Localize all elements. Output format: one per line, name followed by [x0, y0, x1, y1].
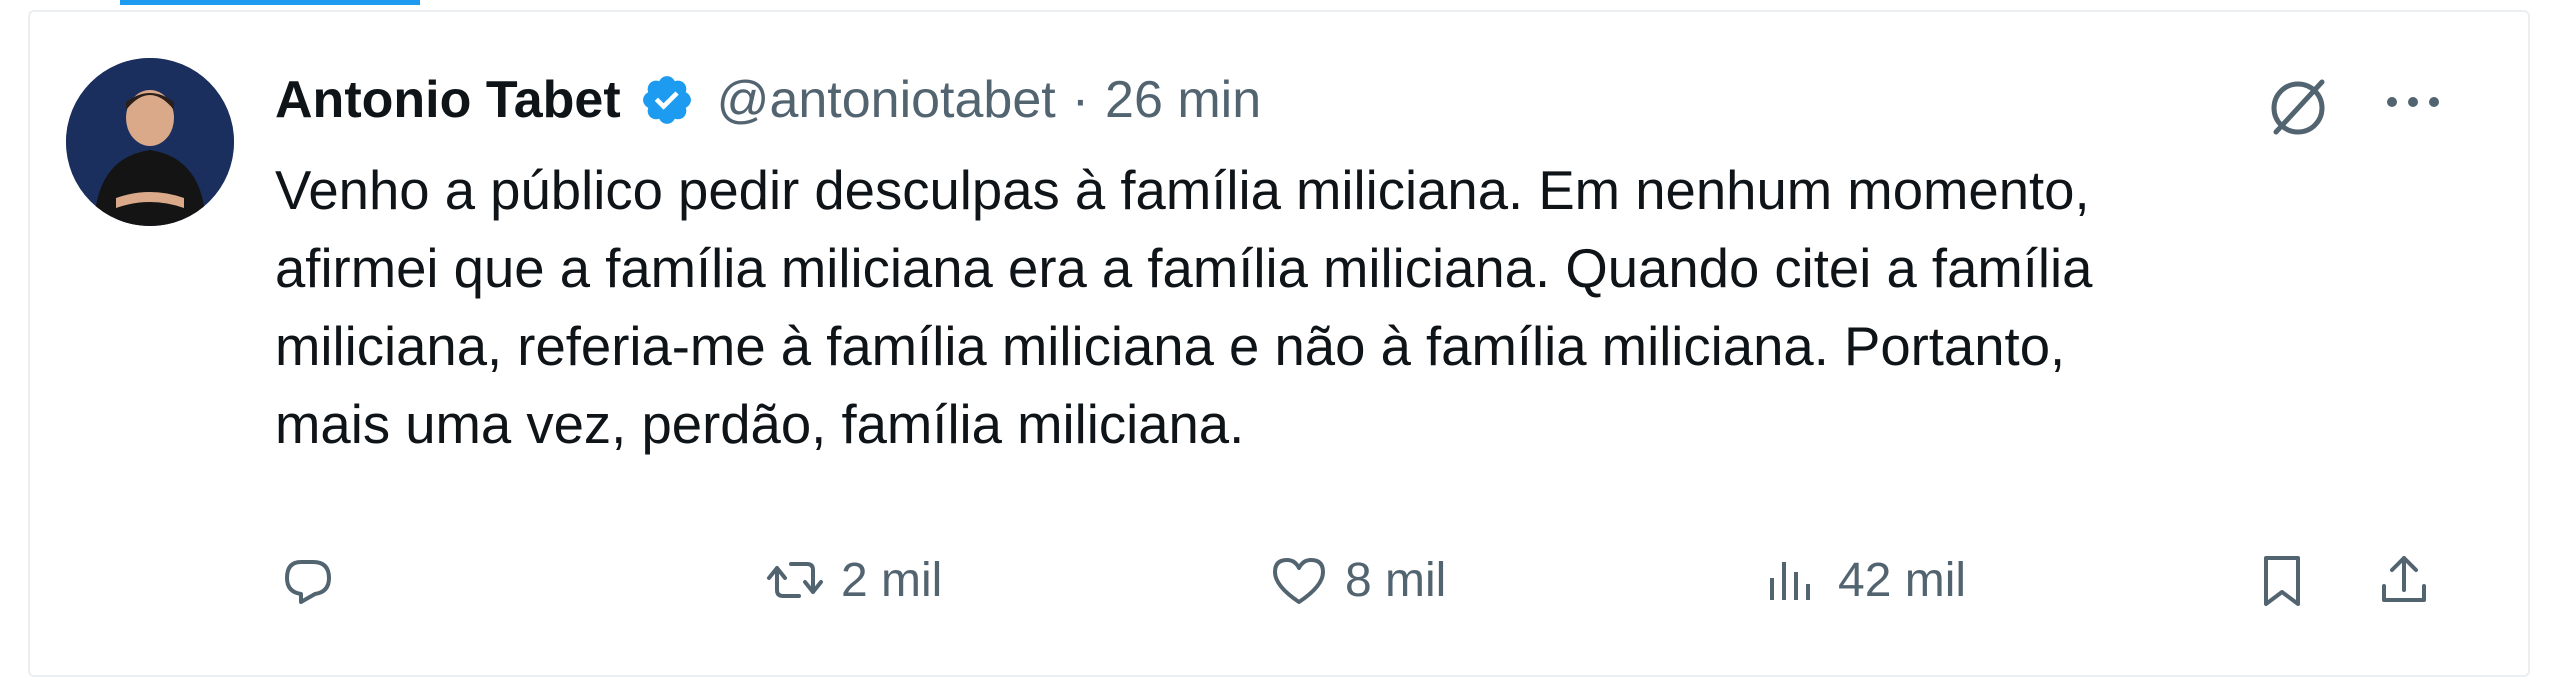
- reply-icon: [285, 560, 331, 604]
- avatar-image: [66, 58, 234, 226]
- retweet-count: 2 mil: [841, 553, 943, 607]
- author-handle[interactable]: @antoniotabet: [717, 70, 1056, 130]
- avatar[interactable]: [66, 58, 234, 226]
- post-text-line: miliciana, referia-me à família milician…: [275, 316, 2066, 377]
- retweet-button[interactable]: 2 mil: [763, 540, 942, 620]
- post-text-line: mais uma vez, perdão, família miliciana.: [275, 394, 1245, 455]
- bookmark-icon: [2264, 556, 2300, 606]
- post-timestamp[interactable]: 26 min: [1105, 70, 1261, 130]
- author-name[interactable]: Antonio Tabet: [275, 70, 621, 130]
- verified-badge-icon[interactable]: [639, 72, 695, 128]
- grok-icon[interactable]: [2262, 70, 2334, 142]
- heart-icon: [1273, 558, 1325, 604]
- views-count: 42 mil: [1838, 553, 1967, 607]
- retweet-icon: [767, 562, 823, 598]
- views-button[interactable]: 42 mil: [1760, 540, 1966, 620]
- like-button[interactable]: 8 mil: [1267, 540, 1446, 620]
- bookmark-button[interactable]: [2250, 540, 2314, 620]
- views-icon: [1770, 562, 1810, 600]
- post-header: Antonio Tabet @antoniotabet · 26 min: [275, 60, 1261, 140]
- reply-button[interactable]: [275, 540, 339, 620]
- tab-indicator: [120, 0, 420, 5]
- post-text-line: afirmei que a família miliciana era a fa…: [275, 238, 2093, 299]
- like-count: 8 mil: [1345, 553, 1447, 607]
- share-button[interactable]: [2372, 540, 2436, 620]
- post-text-line: Venho a público pedir desculpas à famíli…: [275, 160, 2090, 221]
- separator-dot: ·: [1071, 71, 1090, 129]
- share-icon: [2382, 556, 2426, 602]
- post-actions: 2 mil 8 mil 42 mil: [275, 540, 2475, 620]
- post-text: Venho a público pedir desculpas à famíli…: [275, 152, 2475, 464]
- more-options-icon[interactable]: [2378, 78, 2448, 126]
